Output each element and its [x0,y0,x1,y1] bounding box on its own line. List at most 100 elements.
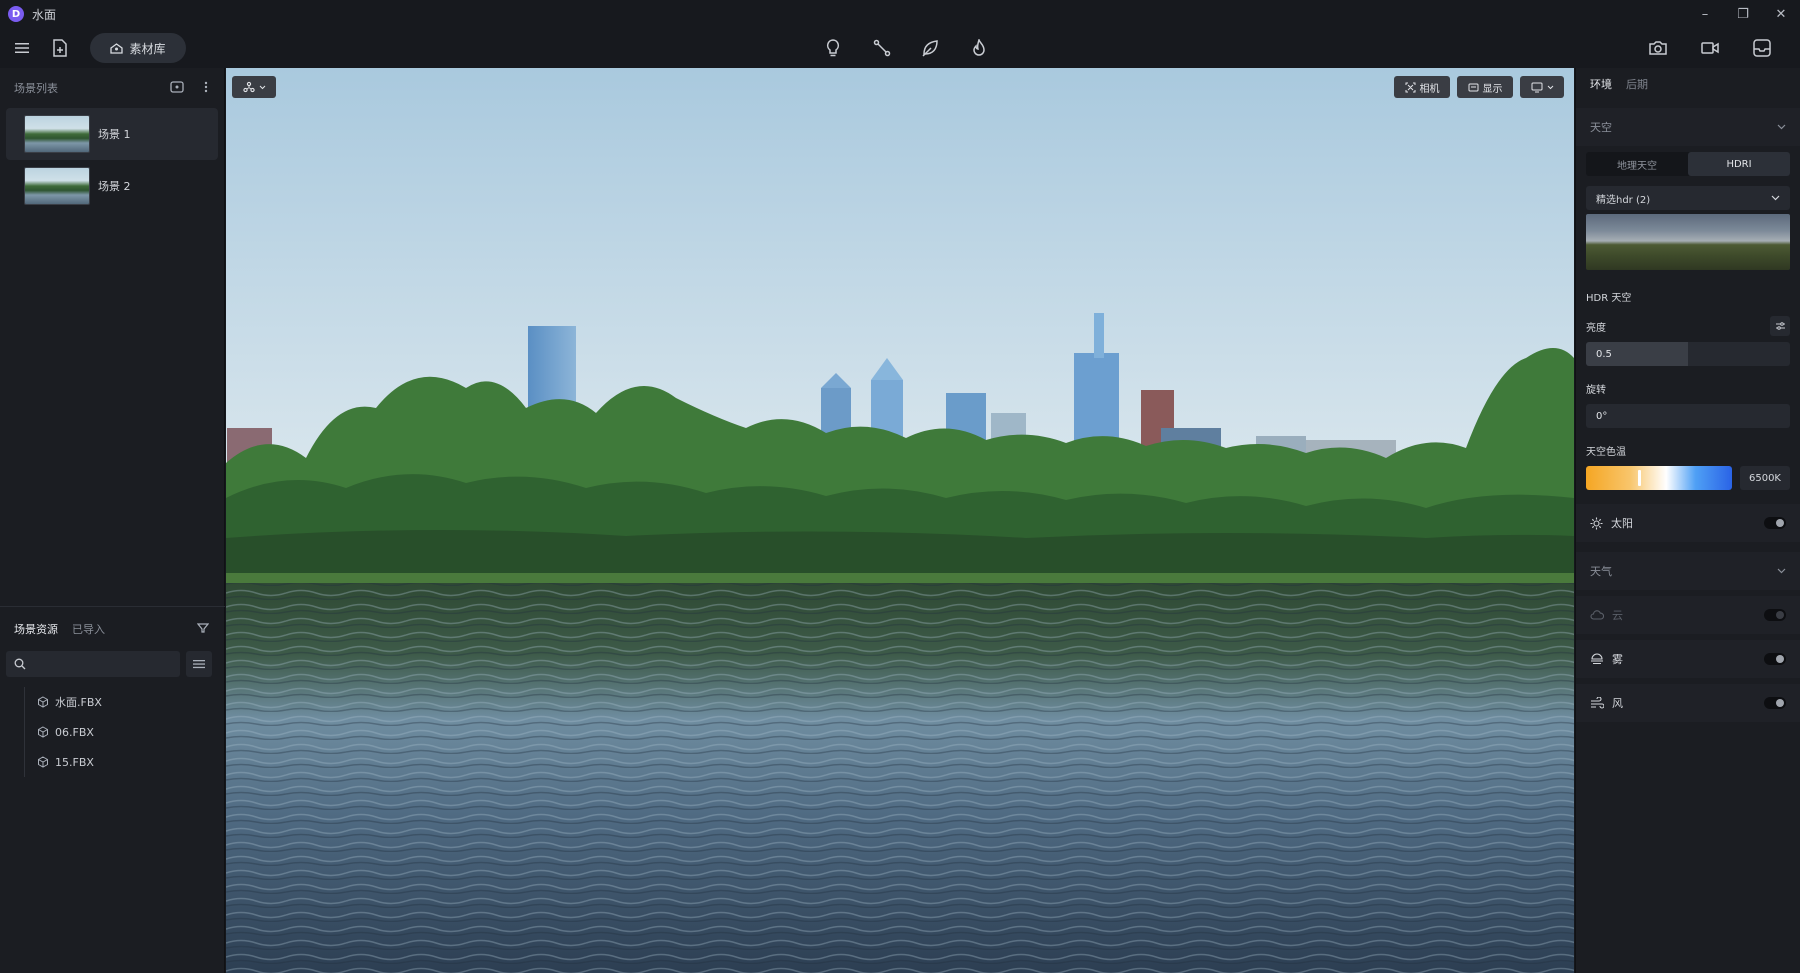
file-list: 水面.FBX 06.FBX 15.FBX [24,687,225,777]
sky-mode-geographic[interactable]: 地理天空 [1586,152,1688,176]
file-name: 15.FBX [55,755,94,769]
cloud-toggle-row: 云 [1576,596,1800,634]
rotation-label-row: 旋转 [1586,380,1790,396]
scene-list-header: 场景列表 [0,68,224,108]
file-name: 水面.FBX [55,696,102,709]
leaf-icon[interactable] [918,36,942,60]
minimize-button[interactable]: – [1686,0,1724,28]
scene-thumbnail [24,115,90,153]
color-temperature-slider[interactable] [1586,466,1732,490]
monitor-icon [1531,82,1542,92]
chevron-down-icon [259,85,265,89]
main-toolbar: 素材库 [0,28,1800,68]
brightness-label-row: 亮度 [1586,316,1790,336]
tab-imported[interactable]: 已导入 [72,621,105,637]
menu-icon[interactable] [10,36,34,60]
weather-section-header[interactable]: 天气 [1576,552,1800,590]
add-scene-icon[interactable] [170,81,184,96]
tab-post-processing[interactable]: 后期 [1626,76,1648,92]
resource-tabs: 场景资源 已导入 [0,607,225,651]
rotation-input[interactable]: 0° [1586,404,1790,428]
scene-item-label: 场景 2 [98,180,131,193]
hdr-preset-select[interactable]: 精选hdr (2) [1586,186,1790,210]
rotation-value: 0° [1596,410,1608,422]
weather-section-title: 天气 [1590,565,1612,578]
window-controls: – ❐ ✕ [1686,0,1800,28]
search-box [6,651,180,677]
display-button[interactable]: 显示 [1457,76,1513,98]
property-tabs: 环境 后期 [1576,68,1800,100]
hdr-preview-image[interactable] [1586,214,1790,270]
transform-gizmo-button[interactable] [232,76,276,98]
fog-toggle-row: 雾 [1576,640,1800,678]
scene-item-label: 场景 1 [98,128,131,141]
color-temperature-value[interactable]: 6500K [1740,466,1790,490]
file-name: 06.FBX [55,725,94,739]
sky-temp-label: 天空色温 [1586,446,1626,458]
hdr-preset-value: 精选hdr (2) [1596,194,1651,206]
chevron-down-icon [1547,85,1553,89]
3d-viewport[interactable]: 相机 显示 [226,68,1574,973]
chevron-down-icon [1777,124,1786,130]
fire-icon[interactable] [967,36,991,60]
more-options-icon[interactable] [204,81,208,96]
right-panel: 环境 后期 天空 地理天空 HDRI 精选hdr (2) HDR 天空 亮度 0… [1575,68,1800,973]
file-item[interactable]: 06.FBX [25,717,225,747]
material-library-label: 素材库 [129,41,166,56]
cube-icon [38,756,48,768]
tab-environment[interactable]: 环境 [1590,76,1612,92]
sky-mode-hdri[interactable]: HDRI [1688,152,1790,176]
inbox-icon[interactable] [1750,36,1774,60]
sun-toggle-row: 太阳 [1576,504,1800,542]
title-bar: D 水面 – ❐ ✕ [0,0,1800,28]
scene-item-2[interactable]: 场景 2 [6,160,218,212]
sky-section-header[interactable]: 天空 [1576,108,1800,146]
resource-search-row [0,651,225,677]
app-logo-icon: D [8,6,24,22]
restore-button[interactable]: ❐ [1724,0,1762,28]
wind-toggle-row: 风 [1576,684,1800,722]
cloud-label: 云 [1612,609,1623,622]
left-panel: 场景列表 场景 1 场景 2 场景资源 已导入 水面.FBX 06.FBX 15… [0,68,225,973]
color-temperature-handle[interactable] [1637,470,1641,486]
scene-item-1[interactable]: 场景 1 [6,108,218,160]
list-view-button[interactable] [186,651,212,677]
tab-scene-resources[interactable]: 场景资源 [14,621,58,637]
sun-toggle[interactable] [1764,517,1786,529]
frame-icon [1405,82,1415,92]
filter-icon[interactable] [196,623,210,636]
scene-list-title: 场景列表 [14,82,58,95]
file-item[interactable]: 15.FBX [25,747,225,777]
hdr-sky-label: HDR 天空 [1586,288,1790,304]
list-icon [193,660,205,669]
camera-view-button[interactable]: 相机 [1394,76,1450,98]
hdr-sky-title: HDR 天空 [1586,292,1632,304]
path-tool-icon[interactable] [870,36,894,60]
sun-icon [1590,517,1603,529]
sky-temp-label-row: 天空色温 [1586,442,1790,458]
scene-render [226,68,1574,973]
gizmo-icon [242,81,255,93]
brightness-value: 0.5 [1596,348,1612,360]
cube-icon [38,726,48,738]
cloud-toggle[interactable] [1764,609,1786,621]
view-mode-button[interactable] [1520,76,1564,98]
close-button[interactable]: ✕ [1762,0,1800,28]
adjust-settings-icon[interactable] [1770,316,1790,336]
light-bulb-icon[interactable] [821,36,845,60]
video-icon[interactable] [1698,36,1722,60]
material-library-button[interactable]: 素材库 [90,33,186,63]
wind-toggle[interactable] [1764,697,1786,709]
sun-label: 太阳 [1611,517,1633,530]
search-input[interactable] [32,657,172,671]
fog-toggle[interactable] [1764,653,1786,665]
brightness-slider[interactable]: 0.5 [1586,342,1790,366]
new-file-icon[interactable] [48,36,72,60]
app-window: D 水面 – ❐ ✕ 素材库 场景列表 场景 1 场景 2 场景资源 已导入 水… [0,0,1800,973]
file-item[interactable]: 水面.FBX [25,687,225,717]
rotation-label: 旋转 [1586,384,1606,396]
fog-label: 雾 [1612,653,1623,666]
window-title: 水面 [32,7,57,22]
camera-icon[interactable] [1646,36,1670,60]
cloud-icon [1590,610,1604,620]
